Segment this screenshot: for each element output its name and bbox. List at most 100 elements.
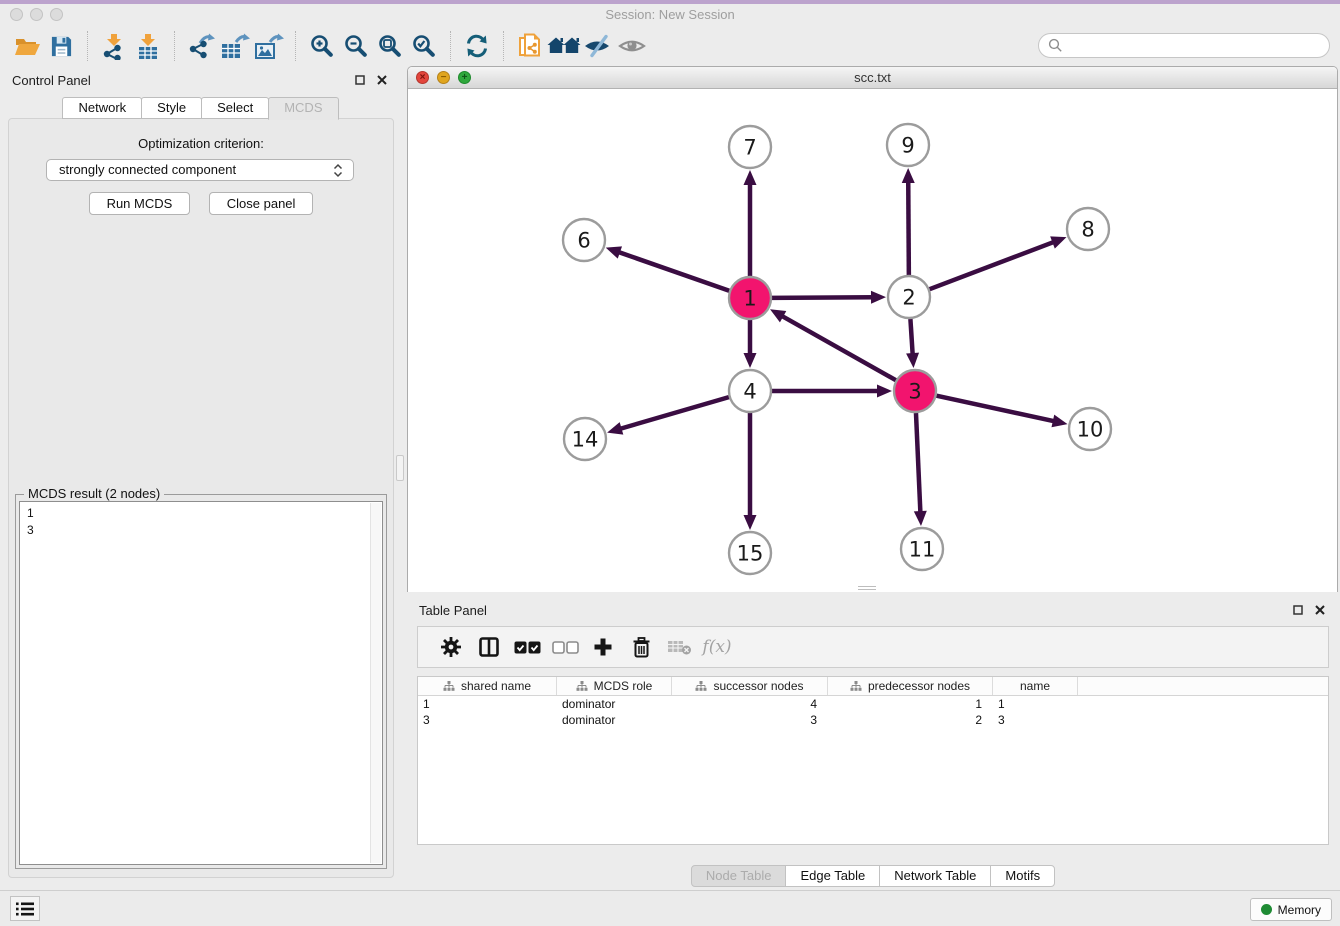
zoom-out-icon[interactable] [339,29,373,63]
export-image-icon[interactable] [252,29,286,63]
graph-edge-3-10[interactable] [936,396,1055,422]
network-window-titlebar[interactable]: × − + scc.txt [408,67,1337,89]
criterion-select[interactable]: strongly connected component [46,159,354,181]
toolbar-separator [87,31,88,61]
run-mcds-button[interactable]: Run MCDS [89,192,191,215]
graph-edge-1-2[interactable] [772,297,874,298]
table-cell: 3 [418,712,557,728]
delete-table-icon [660,629,698,665]
network-minimize-button[interactable]: − [437,71,450,84]
graph-edge-arrowhead [877,385,892,398]
graph-node-label: 2 [902,286,915,310]
table-cell: dominator [557,696,672,712]
memory-label: Memory [1278,903,1321,917]
table-toolbar: f(x) [417,626,1329,668]
eye-hidden-icon[interactable] [581,29,615,63]
export-table-icon[interactable] [218,29,252,63]
main-toolbar [0,26,1340,66]
graph-edge-3-1[interactable] [780,315,895,380]
graph-edge-4-14[interactable] [619,397,729,429]
result-line: 3 [27,522,382,539]
close-panel-button[interactable]: Close panel [209,192,314,215]
table-row[interactable]: 3dominator323 [418,712,1328,728]
tab-select[interactable]: Select [201,97,269,119]
attribute-tree-icon [443,681,455,692]
graph-edge-2-8[interactable] [930,241,1056,289]
toggle-column-icon[interactable] [470,629,508,665]
tab-style[interactable]: Style [141,97,202,119]
graph-edge-2-3[interactable] [910,319,912,356]
open-folder-icon[interactable] [10,29,44,63]
network-window-title: scc.txt [408,67,1337,88]
home-pair-icon[interactable] [547,29,581,63]
close-window-button[interactable] [10,8,23,21]
network-canvas[interactable]: 7968124314101511 [408,89,1337,592]
tab-edge-table[interactable]: Edge Table [785,865,880,887]
close-table-panel-icon[interactable] [1312,602,1328,618]
graph-node-label: 10 [1077,418,1104,442]
attribute-tree-icon [576,681,588,692]
minimize-window-button[interactable] [30,8,43,21]
graph-edge-1-6[interactable] [617,252,729,291]
settings-gear-icon[interactable] [432,629,470,665]
table-cell: 3 [993,712,1078,728]
zoom-selected-icon[interactable] [407,29,441,63]
column-header-mcds-role[interactable]: MCDS role [557,677,672,695]
tab-mcds[interactable]: MCDS [268,97,338,120]
export-network-icon[interactable] [184,29,218,63]
control-panel-header: Control Panel [0,66,402,94]
table-cell: dominator [557,712,672,728]
toolbar-separator [295,31,296,61]
network-zoom-button[interactable]: + [458,71,471,84]
close-panel-icon[interactable] [374,72,390,88]
mcds-buttons-row: Run MCDS Close panel [9,192,393,215]
tab-motifs[interactable]: Motifs [990,865,1055,887]
column-header-successor-nodes[interactable]: successor nodes [672,677,828,695]
task-list-icon [16,902,34,916]
graph-edge-arrowhead [744,353,757,368]
network-close-button[interactable]: × [416,71,429,84]
column-header-name[interactable]: name [993,677,1078,695]
import-network-icon[interactable] [97,29,131,63]
deselect-all-checkboxes-icon[interactable] [546,629,584,665]
search-box[interactable] [1038,33,1330,58]
zoom-in-icon[interactable] [305,29,339,63]
column-header-shared-name[interactable]: shared name [418,677,557,695]
tab-network-table[interactable]: Network Table [879,865,991,887]
save-session-icon[interactable] [44,29,78,63]
tab-network[interactable]: Network [62,97,142,119]
graph-node-label: 11 [909,538,936,562]
mcds-result-label: MCDS result (2 nodes) [24,486,164,501]
import-table-icon[interactable] [131,29,165,63]
zoom-window-button[interactable] [50,8,63,21]
graph-node-label: 1 [743,287,756,311]
tab-node-table[interactable]: Node Table [691,865,787,887]
column-header-predecessor-nodes[interactable]: predecessor nodes [828,677,993,695]
network-resize-grip[interactable] [858,586,876,590]
refresh-icon[interactable] [460,29,494,63]
panel-splitter-handle[interactable] [396,455,404,481]
graph-edge-arrowhead [906,353,919,368]
table-row[interactable]: 1dominator411 [418,696,1328,712]
add-row-icon[interactable] [584,629,622,665]
graph-edge-2-9[interactable] [908,180,909,275]
eye-visible-icon[interactable] [615,29,649,63]
task-list-button[interactable] [10,896,40,921]
network-document-icon[interactable] [513,29,547,63]
mcds-result-text[interactable]: 1 3 [19,501,383,865]
graph-node-label: 6 [577,229,590,253]
graph-node-label: 9 [901,134,914,158]
node-table: shared name MCDS role successor nodes pr… [417,676,1329,845]
graph-edge-3-11[interactable] [916,413,920,514]
select-all-checkboxes-icon[interactable] [508,629,546,665]
memory-button[interactable]: Memory [1250,898,1332,921]
result-scrollbar[interactable] [370,503,381,863]
search-input[interactable] [1063,36,1329,56]
delete-row-icon[interactable] [622,629,660,665]
float-panel-icon[interactable] [352,72,368,88]
toolbar-separator [450,31,451,61]
float-table-panel-icon[interactable] [1290,602,1306,618]
zoom-fit-icon[interactable] [373,29,407,63]
result-line: 1 [27,505,382,522]
graph-node-label: 8 [1081,218,1094,242]
